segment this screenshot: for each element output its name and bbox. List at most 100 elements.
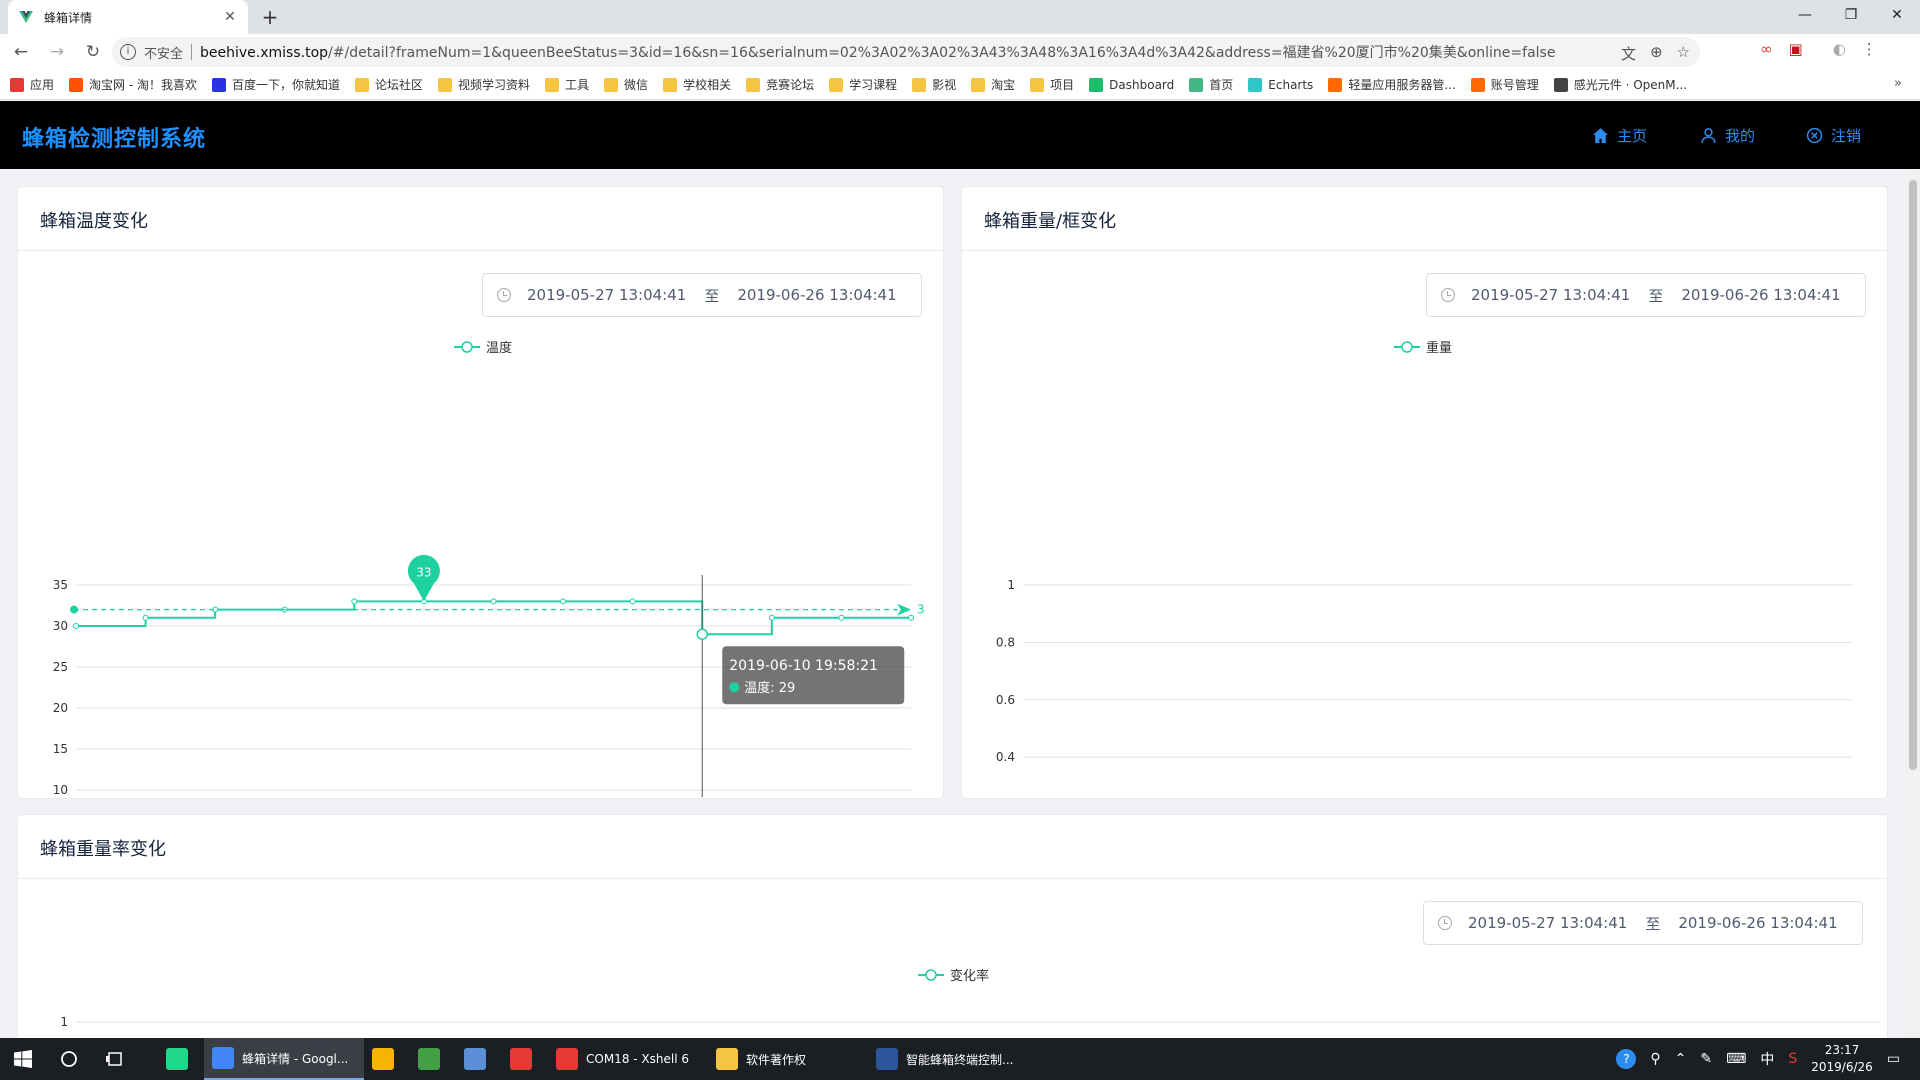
bookmark-item[interactable]: 学校相关 xyxy=(663,76,731,93)
taskbar-app[interactable] xyxy=(364,1038,410,1080)
taskbar-app[interactable]: 智能蜂箱终端控制... xyxy=(868,1038,1028,1080)
taskbar-app[interactable] xyxy=(158,1038,204,1080)
browser-tab[interactable]: 蜂箱详情 ✕ xyxy=(8,0,248,34)
tray-chevron-up-icon[interactable]: ⌃ xyxy=(1675,1051,1687,1067)
nav-mine-label: 我的 xyxy=(1725,127,1756,145)
rate-date-range[interactable]: 2019-05-27 13:04:41 至 2019-06-26 13:04:4… xyxy=(1423,901,1863,945)
nav-logout[interactable]: 注销 xyxy=(1806,125,1861,146)
zoom-icon[interactable]: ⊕ xyxy=(1650,43,1663,64)
app-header: 蜂箱检测控制系统 主页 我的 注销 xyxy=(0,101,1920,169)
taskbar-app[interactable]: 蜂箱详情 - Googl... xyxy=(204,1038,364,1080)
bookmark-item[interactable]: 百度一下，你就知道 xyxy=(211,76,340,93)
folder-icon xyxy=(545,77,560,92)
data-point[interactable] xyxy=(560,598,567,605)
bookmark-item[interactable]: 淘宝网 - 淘！我喜欢 xyxy=(69,76,197,93)
vue-favicon-icon xyxy=(19,11,33,23)
reload-icon[interactable]: ↻ xyxy=(78,37,108,67)
bookmark-item[interactable]: 轻量应用服务器管... xyxy=(1328,76,1456,93)
data-point[interactable] xyxy=(908,614,914,621)
tray-clock[interactable]: 23:17 2019/6/26 xyxy=(1811,1042,1873,1076)
minimize-button[interactable]: — xyxy=(1782,0,1828,30)
xshell-icon xyxy=(556,1048,578,1070)
tab-title: 蜂箱详情 xyxy=(44,10,93,25)
task-view-icon[interactable] xyxy=(92,1038,138,1080)
nav-mine[interactable]: 我的 xyxy=(1700,125,1755,146)
data-point[interactable] xyxy=(490,598,497,605)
bookmark-item[interactable]: 工具 xyxy=(545,76,589,93)
temperature-date-range[interactable]: 2019-05-27 13:04:41 至 2019-06-26 13:04:4… xyxy=(482,273,922,317)
bookmark-item[interactable]: Dashboard xyxy=(1089,77,1174,92)
bookmark-item[interactable]: 淘宝 xyxy=(971,76,1015,93)
data-point[interactable] xyxy=(629,598,636,605)
data-point[interactable] xyxy=(351,598,358,605)
rate-legend[interactable]: 变化率 xyxy=(918,965,989,984)
close-window-button[interactable]: ✕ xyxy=(1874,0,1920,30)
notification-icon[interactable]: ▭ xyxy=(1887,1051,1900,1067)
legend-line-icon xyxy=(454,340,480,353)
bookmark-item[interactable]: 论坛社区 xyxy=(355,76,423,93)
info-icon[interactable]: i xyxy=(120,44,136,60)
weight-chart[interactable]: 00.20.40.60.81019-05-27 15:51:082019-05-… xyxy=(962,357,1887,797)
app-title: 蜂箱检测控制系统 xyxy=(22,127,207,152)
windows-taskbar: 蜂箱详情 - Googl... COM18 - Xshell 6 软件著作权 智能蜂箱… xyxy=(0,1038,1920,1080)
page-scrollbar[interactable] xyxy=(1906,170,1920,1038)
bookmark-item[interactable]: 竞赛论坛 xyxy=(746,76,814,93)
taskbar-app[interactable]: COM18 - Xshell 6 xyxy=(548,1038,708,1080)
tooltip-value: 温度: 29 xyxy=(744,680,795,696)
bookmark-item[interactable]: 影视 xyxy=(912,76,956,93)
folder-icon xyxy=(355,77,369,92)
bookmark-item[interactable]: Echarts xyxy=(1248,77,1313,92)
bookmark-item[interactable]: 首页 xyxy=(1189,76,1233,93)
taskbar-app[interactable] xyxy=(456,1038,502,1080)
sogou-icon[interactable]: S xyxy=(1788,1051,1797,1067)
ime-indicator[interactable]: 中 xyxy=(1760,1049,1774,1069)
omnibox[interactable]: i 不安全 beehive.xmiss.top/#/detail?frameNu… xyxy=(112,37,1700,67)
bookmark-item[interactable]: 项目 xyxy=(1030,76,1074,93)
bookmark-item[interactable]: 感光元件 · OpenM... xyxy=(1553,76,1687,93)
bookmark-item[interactable]: 应用 xyxy=(10,76,54,93)
bookmark-item[interactable]: 视频学习资料 xyxy=(438,76,530,93)
bookmark-star-icon[interactable]: ☆ xyxy=(1677,43,1690,64)
restore-button[interactable]: ❐ xyxy=(1828,0,1874,30)
keyboard-icon[interactable]: ⌨ xyxy=(1726,1051,1746,1067)
taskbar-app[interactable] xyxy=(410,1038,456,1080)
translate-icon[interactable]: 文 xyxy=(1621,43,1636,64)
extension-infinity-icon[interactable]: ∞ xyxy=(1760,40,1773,58)
new-tab-button[interactable]: + xyxy=(256,4,284,30)
bookmark-item[interactable]: 账号管理 xyxy=(1470,76,1539,93)
windows-start-icon[interactable] xyxy=(0,1038,46,1080)
url-text[interactable]: beehive.xmiss.top/#/detail?frameNum=1&qu… xyxy=(200,42,1600,62)
people-icon[interactable]: ⚲ xyxy=(1650,1051,1660,1067)
weight-date-range[interactable]: 2019-05-27 13:04:41 至 2019-06-26 13:04:4… xyxy=(1426,273,1866,317)
data-point[interactable] xyxy=(142,614,149,621)
forward-icon[interactable]: → xyxy=(42,37,72,67)
help-icon[interactable]: ? xyxy=(1616,1049,1637,1069)
pen-icon[interactable]: ✎ xyxy=(1700,1051,1712,1067)
taskbar-app[interactable] xyxy=(502,1038,548,1080)
markline-arrow xyxy=(897,603,911,616)
bookmark-label: 轻量应用服务器管... xyxy=(1348,78,1456,92)
extension-gray-icon[interactable]: ◐ xyxy=(1833,40,1846,58)
markline-label: 3 xyxy=(917,603,925,617)
taskbar-app[interactable]: 软件著作权 xyxy=(708,1038,868,1080)
weight-legend[interactable]: 重量 xyxy=(1394,337,1452,356)
nav-home[interactable]: 主页 xyxy=(1592,125,1647,146)
data-point[interactable] xyxy=(768,614,775,621)
bookmark-item[interactable]: 学习课程 xyxy=(829,76,897,93)
temperature-legend[interactable]: 温度 xyxy=(454,337,512,356)
search-circle-icon[interactable] xyxy=(46,1038,92,1080)
taskbar-apps: 蜂箱详情 - Googl... COM18 - Xshell 6 软件著作权 智能蜂箱… xyxy=(158,1038,1028,1080)
folder-icon xyxy=(746,77,761,92)
tab-close-icon[interactable]: ✕ xyxy=(222,9,238,25)
data-point[interactable] xyxy=(838,614,845,621)
back-icon[interactable]: ← xyxy=(6,37,36,67)
scrollbar-thumb[interactable] xyxy=(1909,180,1917,770)
extension-pdf-icon[interactable]: ▣ xyxy=(1789,40,1803,58)
bookmarks-more-icon[interactable]: » xyxy=(1894,76,1902,91)
temperature-chart[interactable]: 051015202530352019-06-10 01:07:102019-06… xyxy=(18,357,943,797)
data-point[interactable] xyxy=(73,623,79,629)
menu-icon[interactable]: ⋮ xyxy=(1862,40,1877,58)
bookmark-item[interactable]: 微信 xyxy=(604,76,648,93)
weight-card: 蜂箱重量/框变化 2019-05-27 13:04:41 至 2019-06-2… xyxy=(961,186,1888,799)
user-icon xyxy=(1701,128,1716,143)
